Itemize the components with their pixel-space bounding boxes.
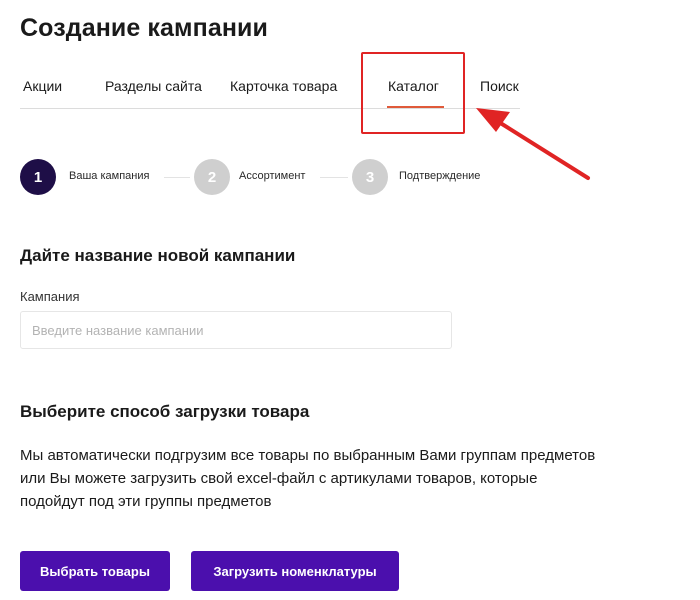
step-connector [320,177,348,178]
select-goods-button[interactable]: Выбрать товары [20,551,170,591]
progress-stepper: 1 Ваша кампания 2 Ассортимент 3 Подтверж… [20,158,540,198]
step-2-label: Ассортимент [239,170,306,182]
tab-product-card[interactable]: Карточка товара [230,78,337,94]
campaign-name-input[interactable] [20,311,452,349]
step-3-circle: 3 [352,159,388,195]
step-1-circle: 1 [20,159,56,195]
tab-promotions[interactable]: Акции [23,78,62,94]
step-2-circle: 2 [194,159,230,195]
upload-method-heading: Выберите способ загрузки товара [20,402,310,421]
tab-search[interactable]: Поиск [480,78,519,94]
campaign-field-label: Кампания [20,289,80,304]
step-1-label: Ваша кампания [69,170,150,182]
campaign-name-heading: Дайте название новой кампании [20,246,296,265]
annotation-highlight-box [361,52,465,134]
upload-method-description: Мы автоматически подгрузим все товары по… [20,447,596,510]
step-3-label: Подтверждение [399,170,481,182]
tab-site-sections[interactable]: Разделы сайта [105,78,202,94]
page-title: Создание кампании [20,14,268,42]
step-connector [164,177,190,178]
upload-nomenclature-button[interactable]: Загрузить номенклатуры [191,551,399,591]
